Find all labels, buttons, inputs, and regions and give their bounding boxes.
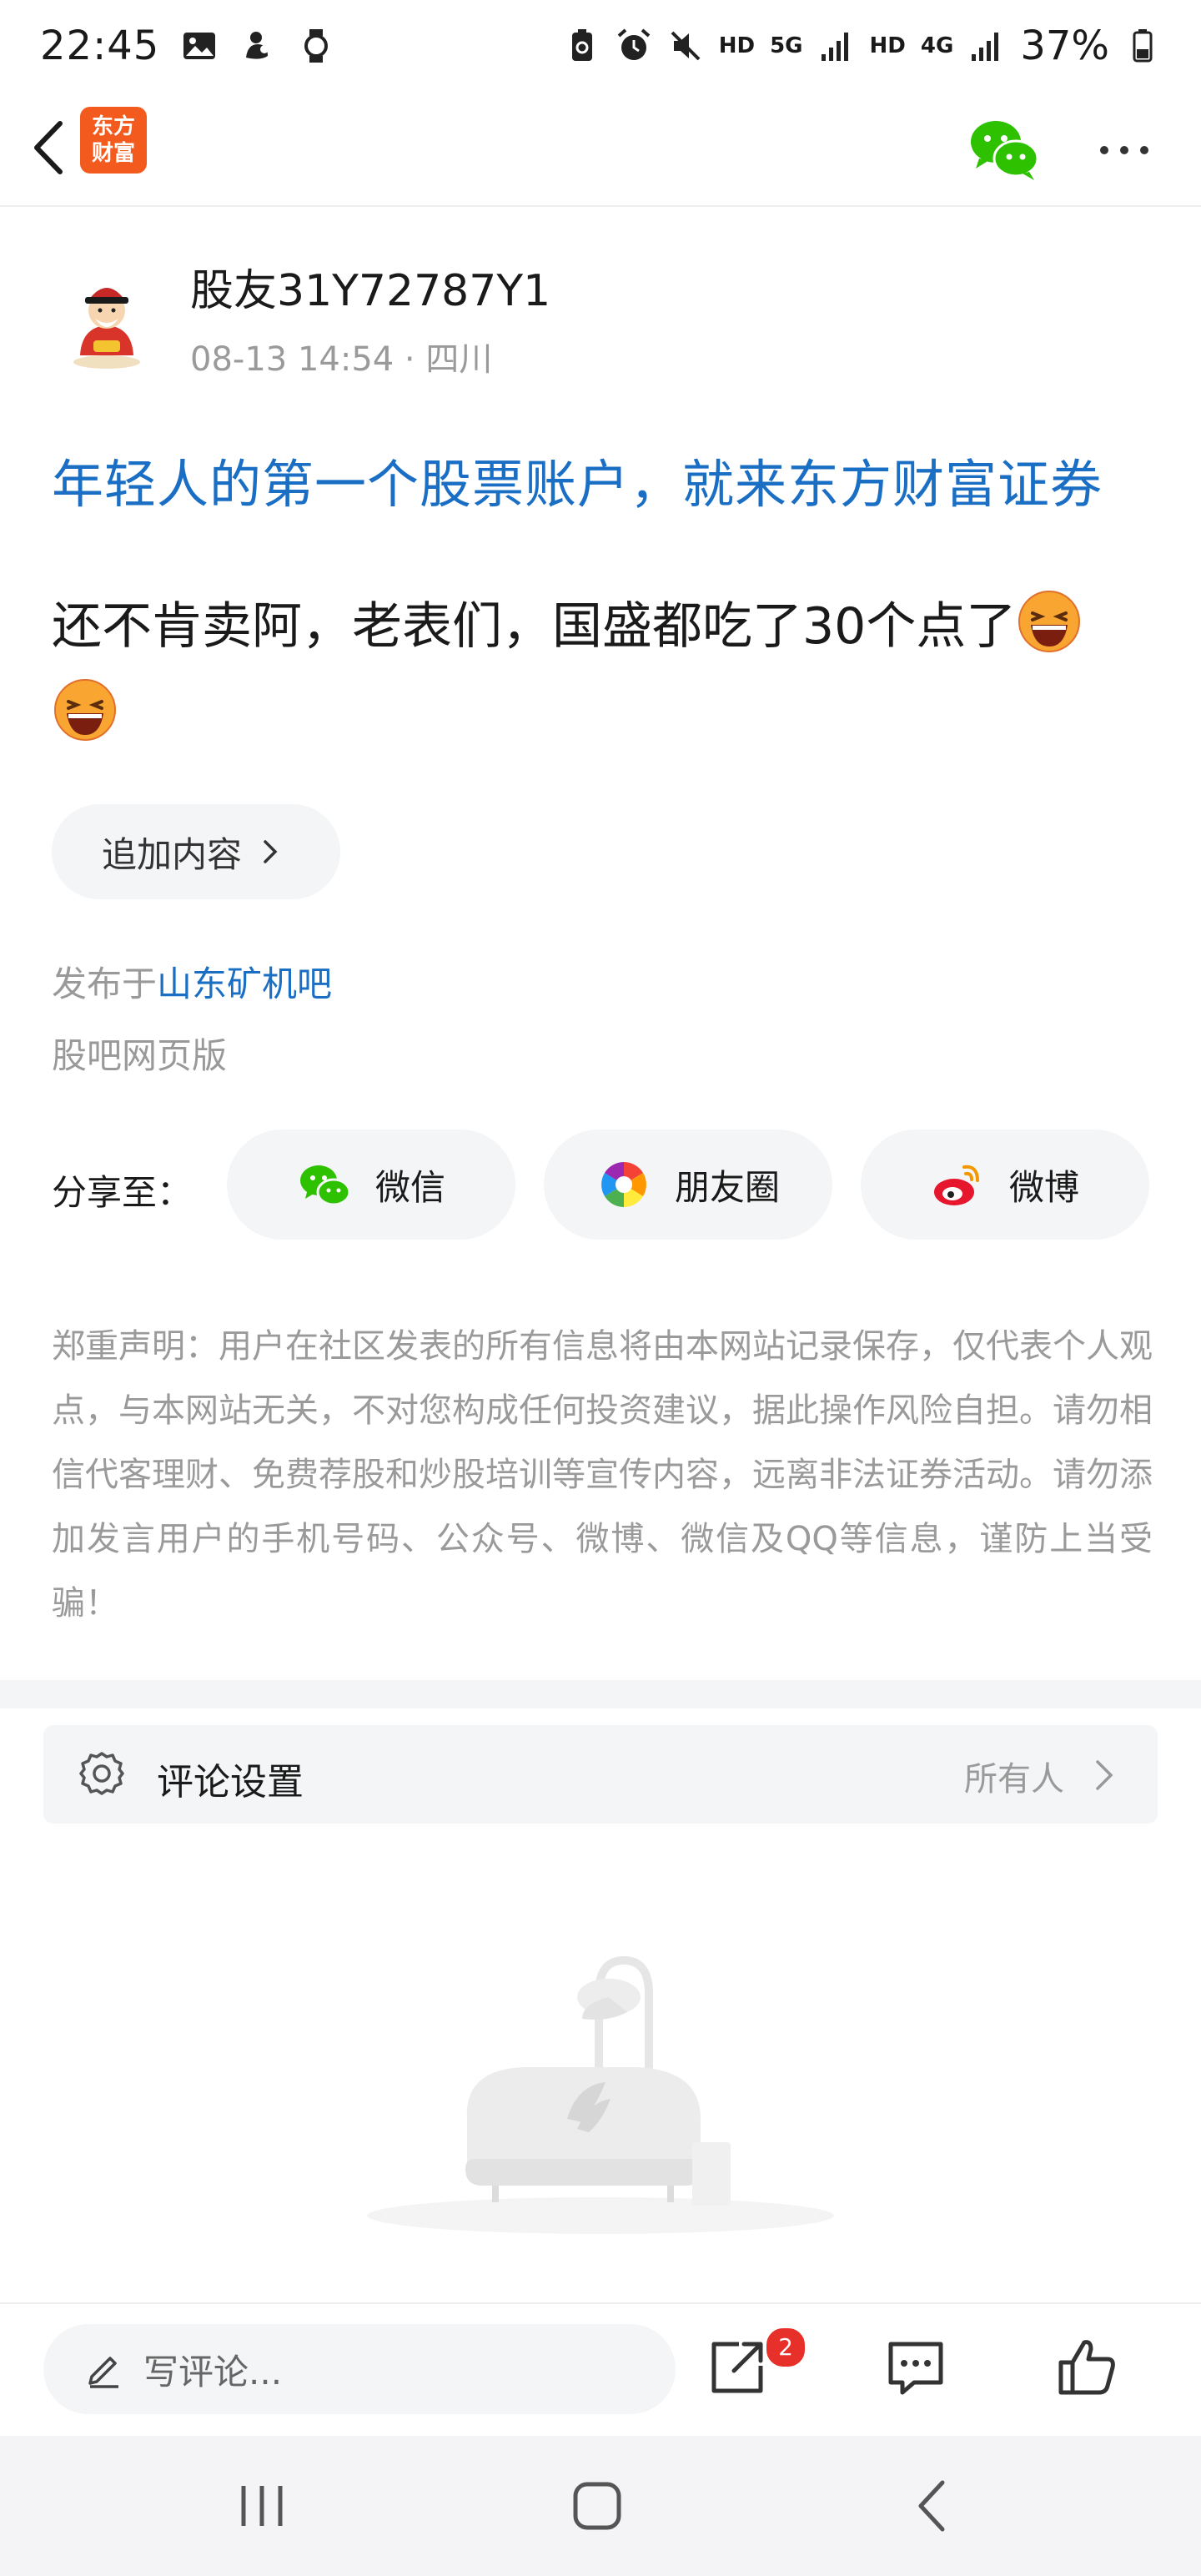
- app-logo-line1: 东方: [91, 114, 135, 139]
- comment-settings-label: 评论设置: [157, 1761, 304, 1804]
- system-back-icon[interactable]: [901, 2473, 967, 2539]
- wechat-share-icon[interactable]: [966, 110, 1043, 187]
- battery-saver-icon: [571, 29, 592, 61]
- home-icon[interactable]: [564, 2473, 631, 2539]
- back-arrow-icon[interactable]: [18, 110, 85, 185]
- share-wechat-label: 微信: [374, 1166, 445, 1208]
- status-bar: 22:45 HD 5G HD 4G 37%: [0, 0, 1201, 92]
- 4g-label: 4G: [920, 33, 954, 58]
- moments-icon: [601, 1162, 646, 1207]
- comment-input[interactable]: 写评论...: [43, 2324, 676, 2414]
- section-divider: [0, 1680, 1201, 1708]
- gear-icon: [79, 1752, 124, 1795]
- share-weibo-label: 微博: [1008, 1166, 1079, 1208]
- alarm-icon: [617, 28, 651, 60]
- recent-apps-icon[interactable]: [229, 2473, 295, 2539]
- chevron-right-icon: [1096, 1760, 1113, 1790]
- share-label: 分享至：: [52, 1172, 193, 1213]
- hd-label-2: HD: [869, 33, 906, 58]
- post-source: 股吧网页版: [52, 1035, 228, 1076]
- author-avatar[interactable]: [55, 269, 158, 372]
- app-logo-line2: 财富: [91, 141, 135, 166]
- chevron-right-icon: [264, 840, 278, 863]
- pencil-icon: [88, 2357, 118, 2388]
- share-weibo-button[interactable]: 微博: [861, 1130, 1149, 1240]
- bar-link[interactable]: 山东矿机吧: [157, 963, 332, 1004]
- share-wechat-button[interactable]: 微信: [227, 1130, 515, 1240]
- comment-settings-value: 所有人: [964, 1760, 1064, 1799]
- app-logo[interactable]: 东方 财富: [80, 107, 147, 174]
- battery-percent: 37%: [1020, 23, 1109, 69]
- share-icon[interactable]: [702, 2332, 772, 2402]
- battery-icon: [1133, 29, 1153, 63]
- signal-icon-2: [972, 33, 999, 61]
- status-left: 22:45: [40, 23, 334, 69]
- more-options-icon[interactable]: [1091, 117, 1158, 184]
- 5g-label: 5G: [770, 33, 803, 58]
- laughing-emoji-icon: [54, 679, 116, 741]
- laughing-emoji-icon: [1018, 591, 1081, 652]
- post-meta: 08-13 14:54 · 四川: [190, 340, 493, 379]
- hd-label-1: HD: [718, 33, 756, 58]
- system-navigation-bar: [0, 2436, 1201, 2576]
- comment-placeholder: 写评论...: [143, 2351, 283, 2392]
- promo-link[interactable]: 年轻人的第一个股票账户，就来东方财富证券: [52, 442, 1103, 517]
- status-time: 22:45: [40, 23, 160, 69]
- published-prefix: 发布于: [52, 963, 158, 1004]
- post-content: 还不肯卖阿，老表们，国盛都吃了30个点了: [52, 582, 1161, 759]
- share-moments-label: 朋友圈: [674, 1166, 780, 1208]
- append-content-label: 追加内容: [102, 833, 243, 875]
- empty-comments-illustration: [367, 1955, 834, 2234]
- share-count-badge: 2: [764, 2326, 807, 2369]
- watch-icon: [304, 29, 329, 63]
- comments-icon[interactable]: [881, 2332, 951, 2402]
- top-navigation-bar: 东方 财富: [0, 92, 1201, 207]
- comment-settings-row[interactable]: 评论设置 所有人: [43, 1725, 1158, 1824]
- append-content-button[interactable]: 追加内容: [52, 804, 340, 899]
- gallery-icon: [183, 33, 216, 59]
- published-in: 发布于山东矿机吧: [52, 956, 332, 1007]
- thumbs-up-icon[interactable]: [1053, 2332, 1123, 2402]
- post-content-text: 还不肯卖阿，老表们，国盛都吃了30个点了: [52, 597, 1017, 656]
- wechat-icon: [299, 1165, 351, 1206]
- author-name[interactable]: 股友31Y72787Y1: [190, 255, 550, 318]
- app-notification-icon: [246, 32, 269, 59]
- status-right: HD 5G HD 4G 37%: [564, 23, 1161, 69]
- signal-icon-1: [821, 33, 848, 61]
- disclaimer: 郑重声明：用户在社区发表的所有信息将由本网站记录保存，仅代表个人观点，与本网站无…: [52, 1327, 1153, 1623]
- bottom-action-bar: 写评论... 2: [0, 2302, 1201, 2436]
- weibo-icon: [933, 1165, 979, 1205]
- mute-icon: [671, 31, 701, 61]
- share-moments-button[interactable]: 朋友圈: [544, 1130, 832, 1240]
